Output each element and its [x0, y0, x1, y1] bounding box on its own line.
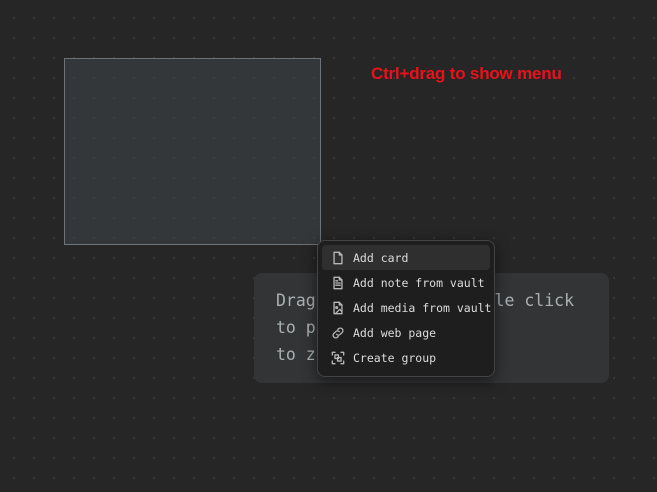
- group-icon: [331, 351, 345, 365]
- selection-rectangle: [64, 58, 321, 245]
- menu-item-add-note[interactable]: Add note from vault: [322, 270, 490, 295]
- menu-item-label: Create group: [353, 350, 437, 365]
- menu-item-add-web-page[interactable]: Add web page: [322, 320, 490, 345]
- context-menu: Add card Add note from vault Add media f…: [317, 240, 495, 377]
- menu-item-create-group[interactable]: Create group: [322, 345, 490, 370]
- menu-item-label: Add web page: [353, 325, 437, 340]
- file-icon: [331, 251, 345, 265]
- link-icon: [331, 326, 345, 340]
- menu-item-label: Add card: [353, 250, 409, 265]
- menu-item-add-media[interactable]: Add media from vault: [322, 295, 492, 320]
- menu-item-add-card[interactable]: Add card: [322, 245, 490, 270]
- menu-item-label: Add media from vault: [353, 300, 492, 315]
- file-image-icon: [331, 301, 345, 315]
- menu-item-label: Add note from vault: [353, 275, 485, 290]
- hint-label: Ctrl+drag to show menu: [371, 64, 562, 83]
- canvas[interactable]: Ctrl+drag to show menu Drag to add card,…: [0, 0, 657, 492]
- file-text-icon: [331, 276, 345, 290]
